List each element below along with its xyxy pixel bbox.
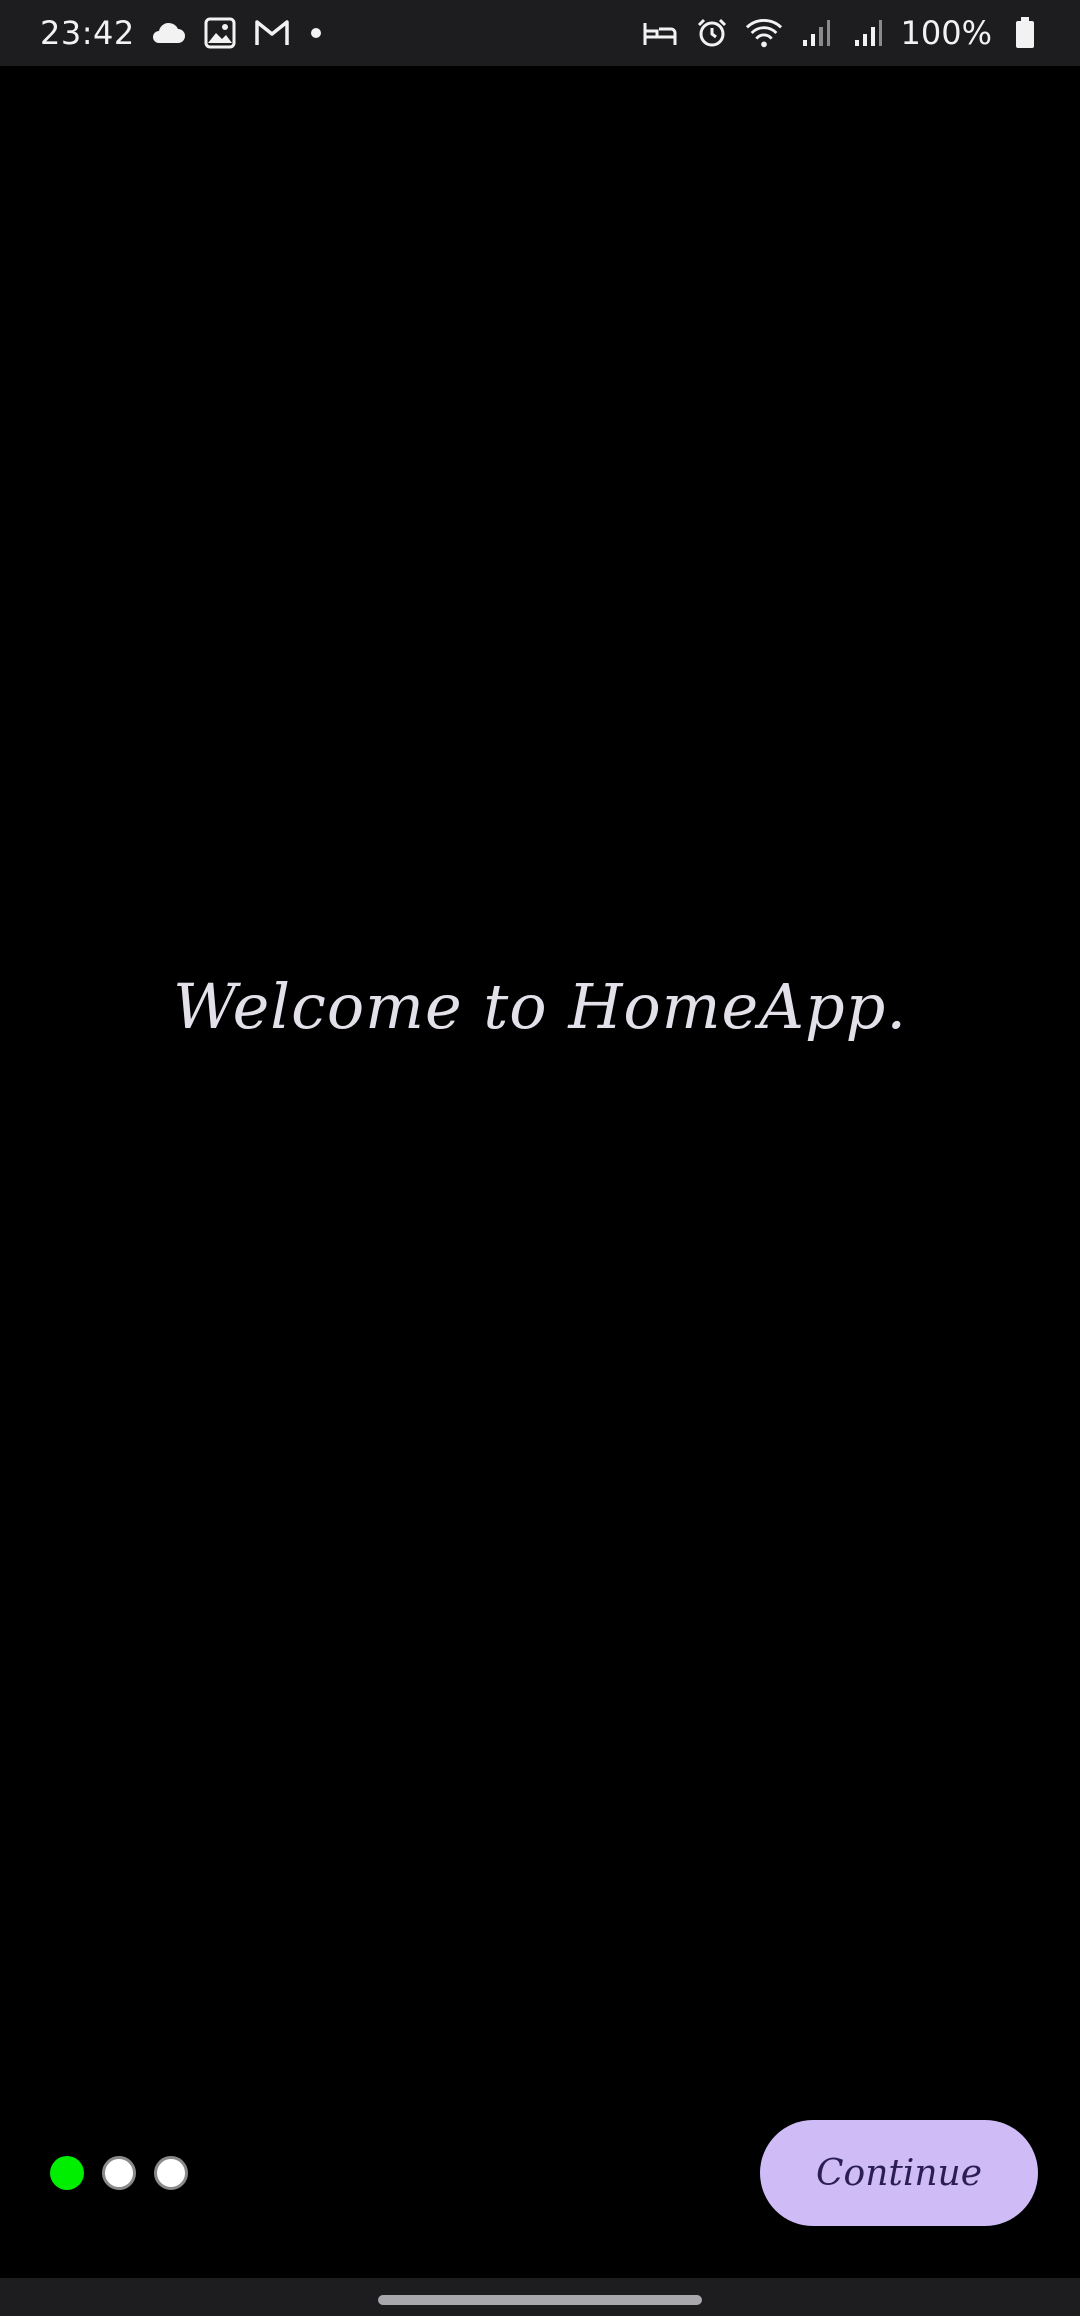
bed-icon — [641, 14, 679, 52]
battery-icon — [1006, 14, 1044, 52]
notification-dot-icon — [310, 28, 321, 38]
home-gesture-handle[interactable] — [378, 2295, 702, 2305]
gallery-icon — [201, 14, 239, 52]
cloud-icon — [149, 14, 187, 52]
gmail-icon — [253, 14, 291, 52]
onboarding-screen: Welcome to HomeApp. Continue — [0, 66, 1080, 2278]
page-indicator-dot-1 — [50, 2156, 84, 2190]
status-time: 23:42 — [40, 14, 135, 52]
navigation-bar — [0, 2278, 1080, 2316]
status-bar: 23:42 100% — [0, 0, 1080, 66]
alarm-icon — [693, 14, 731, 52]
status-bar-left: 23:42 — [40, 14, 321, 52]
signal-icon — [849, 14, 887, 52]
wifi-icon — [745, 14, 783, 52]
page-indicator — [50, 2156, 188, 2190]
page-indicator-dot-2 — [102, 2156, 136, 2190]
page-indicator-dot-3 — [154, 2156, 188, 2190]
signal-icon — [797, 14, 835, 52]
continue-button[interactable]: Continue — [760, 2120, 1038, 2226]
welcome-heading: Welcome to HomeApp. — [172, 970, 908, 1043]
battery-percent: 100% — [900, 14, 992, 52]
status-bar-right: 100% — [641, 14, 1044, 52]
